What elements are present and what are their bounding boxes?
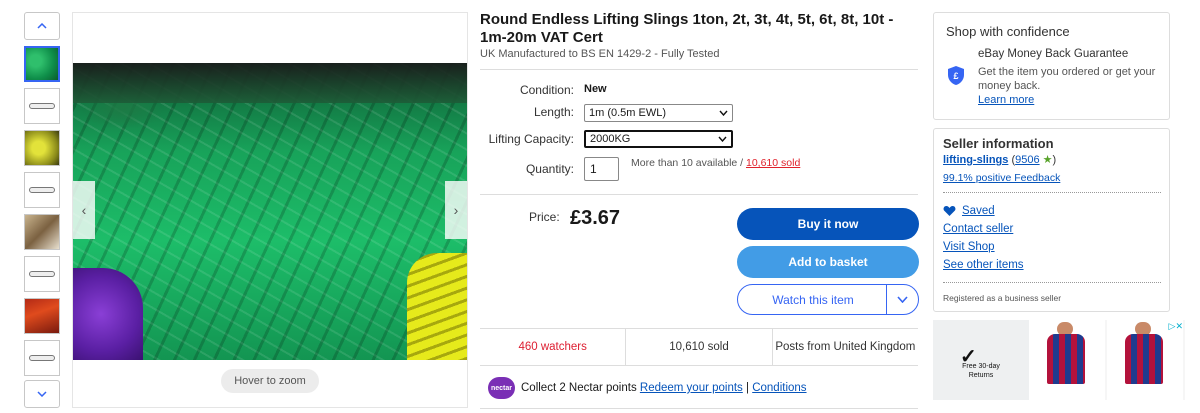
nectar-text: Collect 2 Nectar points [521,382,640,394]
ad-returns-text: Free 30-day Returns [953,362,1009,380]
thumbnail-3[interactable] [24,130,60,166]
length-select[interactable]: 1m (0.5m EWL) [584,104,733,122]
visit-shop-link[interactable]: Visit Shop [943,241,995,253]
contact-seller-link[interactable]: Contact seller [943,223,1013,235]
star-icon: ★ [1042,154,1053,166]
thumbnail-7[interactable] [24,298,60,334]
availability-count: More than 10 available / [631,157,746,169]
seller-information-card: Seller information lifting-slings (9506 … [933,128,1170,312]
sold-count: 10,610 sold [626,329,773,365]
divider [480,69,918,70]
watchers-count: 460 watchers [480,329,627,365]
ad-line-1: Free 30-day [962,363,1000,370]
condition-label: Condition: [519,83,574,97]
saved-label: Saved [962,205,995,217]
thumbnail-1[interactable] [24,46,60,82]
chevron-down-icon [718,136,727,142]
conditions-link[interactable]: Conditions [752,382,806,394]
thumbnail-2[interactable] [24,88,60,124]
availability-text: More than 10 available / 10,610 sold [631,157,800,169]
learn-more-link[interactable]: Learn more [978,94,1034,106]
nectar-points: nectar Collect 2 Nectar points Redeem yo… [488,377,807,399]
divider [943,282,1161,283]
redeem-points-link[interactable]: Redeem your points [640,382,743,394]
length-select-value: 1m (0.5m EWL) [589,107,667,119]
ad-line-2: Returns [968,372,994,379]
chevron-right-icon: › [453,202,459,218]
listing-subtitle: UK Manufactured to BS EN 1429-2 - Fully … [480,48,720,60]
thumbnail-scroll-up-button[interactable] [24,12,60,40]
ad-brand-panel: ✓ Free 30-day Returns [933,320,1029,400]
quantity-label: Quantity: [525,162,574,176]
length-label: Length: [533,105,574,119]
thumbnail-8[interactable] [24,340,60,376]
price-value: £3.67 [570,207,621,229]
watch-item-button[interactable]: Watch this item [738,285,888,314]
thumbnail-scroll-down-button[interactable] [24,380,60,408]
positive-feedback-link[interactable]: 99.1% positive Feedback [943,172,1060,184]
chevron-left-icon: ‹ [81,202,87,218]
capacity-label: Lifting Capacity: [488,132,574,146]
see-other-items-link[interactable]: See other items [943,259,1024,271]
listing-title: Round Endless Lifting Slings 1ton, 2t, 3… [480,11,894,46]
thumbnail-6[interactable] [24,256,60,292]
shop-with-confidence-card: Shop with confidence £ eBay Money Back G… [933,12,1170,120]
main-image-viewer[interactable]: ‹ › Hover to zoom [72,12,468,408]
ad-product-image [1029,320,1105,400]
price-label: Price: [529,210,560,224]
shield-icon: £ [948,66,964,85]
previous-image-button[interactable]: ‹ [73,181,95,239]
sold-link[interactable]: 10,610 sold [746,157,800,169]
divider [480,194,918,195]
chevron-down-icon [37,391,47,397]
posts-from: Posts from United Kingdom [775,341,916,353]
add-to-basket-button[interactable]: Add to basket [737,246,919,278]
advertisement[interactable]: ✓ Free 30-day Returns ▷✕ [933,320,1185,400]
nectar-separator: | [742,382,753,394]
guarantee-description: Get the item you ordered or get your mon… [978,66,1156,92]
quantity-input[interactable]: 1 [584,157,619,181]
seller-name-row: lifting-slings (9506 ★) [943,154,1057,166]
chevron-down-icon [719,110,728,116]
guarantee-title: eBay Money Back Guarantee [978,48,1129,60]
svg-text:£: £ [953,71,958,81]
confidence-title: Shop with confidence [946,24,1070,39]
nectar-logo: nectar [488,377,515,399]
seller-score-link[interactable]: 9506 [1015,154,1039,166]
divider [943,192,1161,193]
adchoices-icon[interactable]: ▷✕ [1169,321,1183,332]
chevron-up-icon [37,23,47,29]
zoom-hint: Hover to zoom [221,369,319,393]
thumbnail-4[interactable] [24,172,60,208]
capacity-select-value: 2000KG [590,133,631,145]
heart-icon [943,206,956,216]
buy-it-now-button[interactable]: Buy it now [737,208,919,240]
chevron-down-icon [897,296,908,303]
product-photo[interactable]: ‹ › [73,63,467,360]
watch-item-control: Watch this item [737,284,919,315]
lifting-capacity-select[interactable]: 2000KG [584,130,733,148]
next-image-button[interactable]: › [445,181,467,239]
ad-product-image [1107,320,1183,400]
divider [480,408,918,409]
seller-name-link[interactable]: lifting-slings [943,154,1008,166]
thumbnail-5[interactable] [24,214,60,250]
seller-title: Seller information [943,136,1054,151]
condition-value: New [584,83,607,95]
saved-seller-button[interactable]: Saved [943,205,995,217]
watch-options-button[interactable] [887,285,918,314]
registered-business-note: Registered as a business seller [943,293,1062,303]
listing-stats: 460 watchers 10,610 sold Posts from Unit… [480,328,918,366]
